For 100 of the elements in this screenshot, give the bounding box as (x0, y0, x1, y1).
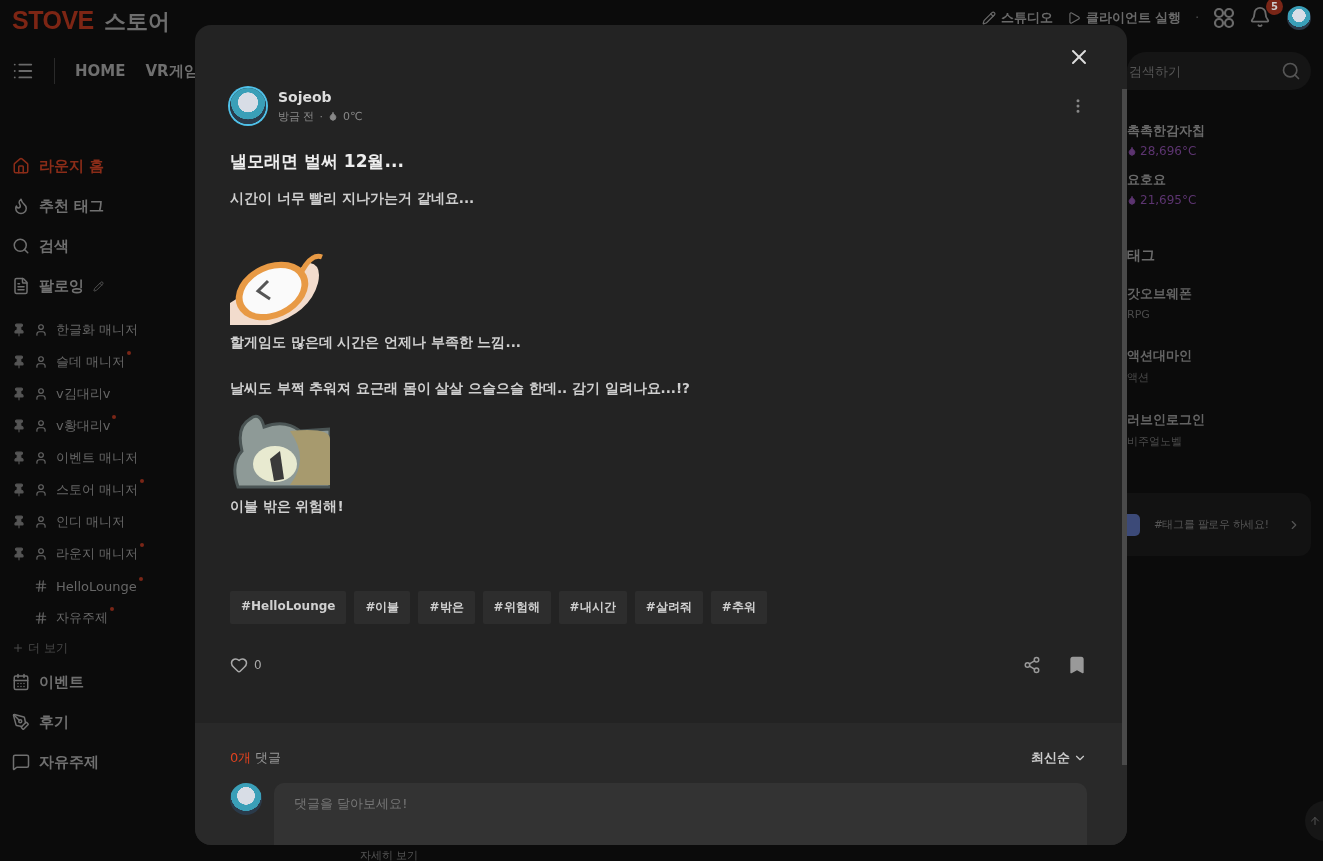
hash-icon (34, 579, 48, 593)
following-name: 스토어 매니저 (56, 481, 145, 499)
person-icon (34, 419, 48, 433)
commenter-avatar (230, 783, 262, 815)
hashtag-chip[interactable]: #밖은 (418, 591, 475, 624)
author-name[interactable]: Sojeob (278, 88, 1057, 105)
person-icon (34, 547, 48, 561)
plus-icon (12, 642, 24, 654)
person-icon (34, 451, 48, 465)
post-title: 낼모래면 벌써 12월... (230, 150, 405, 173)
post-paragraph: 시간이 너무 빨리 지나가는거 같네요... (230, 189, 476, 208)
following-name: 슬데 매니저 (56, 353, 132, 371)
pen-nib-icon (12, 713, 30, 731)
home-icon (12, 157, 30, 175)
logo[interactable]: STOVE (12, 6, 94, 35)
hashtag-chip[interactable]: #위험해 (482, 591, 551, 624)
post-paragraph: 이불 밖은 위험해! (230, 497, 345, 516)
separator-dot: · (319, 109, 323, 123)
apps-grid-icon[interactable] (1213, 7, 1235, 29)
pin-icon (12, 323, 26, 337)
pin-icon (12, 355, 26, 369)
tag-name[interactable]: 갓오브웨폰 (1127, 285, 1311, 303)
following-item[interactable]: v황대리v (12, 410, 330, 442)
tag-icon (1127, 513, 1140, 536)
scrollbar-thumb[interactable] (1122, 89, 1127, 765)
hashtag-chip[interactable]: #이불 (354, 591, 411, 624)
following-name: 자유주제 (56, 609, 114, 627)
hash-icon (34, 611, 48, 625)
tag-genre: 비주얼노벨 (1127, 434, 1183, 449)
chat-icon (12, 753, 30, 771)
tag-genre: 액션 (1127, 370, 1150, 385)
author-avatar[interactable] (230, 88, 266, 124)
tag-genre: RPG (1127, 308, 1151, 321)
following-name: 이벤트 매니저 (56, 449, 140, 467)
pin-icon (12, 547, 26, 561)
pin-icon (12, 483, 26, 497)
following-name: v김대리v (56, 385, 112, 403)
sort-dropdown[interactable]: 최신순 (1031, 749, 1087, 767)
comment-input[interactable]: 댓글을 달아보세요! (274, 783, 1087, 845)
person-icon (34, 387, 48, 401)
tag-name[interactable]: 액션대마인 (1127, 347, 1311, 365)
hashtag-chip[interactable]: #살려줘 (634, 591, 703, 624)
search-icon[interactable] (1281, 61, 1301, 81)
like-button[interactable]: 0 (230, 656, 262, 674)
drop-icon (328, 111, 338, 121)
following-item[interactable]: 라운지 매니저 (12, 538, 330, 570)
user-avatar[interactable] (1287, 6, 1311, 30)
notification-count: 5 (1266, 0, 1283, 15)
banner-text: #태그를 팔로우 하세요! (1154, 517, 1270, 532)
more-details-link[interactable]: 자세히 보기 (360, 848, 419, 861)
document-icon (12, 277, 30, 295)
hashtag-chip[interactable]: #HelloLounge (230, 591, 347, 624)
header-link[interactable]: 클라이언트 실행 (1066, 9, 1182, 27)
drop-icon (1127, 195, 1137, 205)
search-field[interactable]: 검색하기 (1127, 52, 1311, 90)
person-icon (34, 355, 48, 369)
post-paragraph: 날씨도 부쩍 추워져 요근래 몸이 살살 으슬으슬 한데.. 감기 일려나요...!? (230, 379, 691, 398)
tag-name[interactable]: 러브인로그인 (1127, 411, 1311, 429)
share-icon[interactable] (1023, 656, 1041, 674)
comment-count: 0개 댓글 (230, 749, 282, 767)
flame-icon (12, 197, 30, 215)
following-item[interactable]: 이벤트 매니저 (12, 442, 330, 474)
following-name: v황대리v (56, 417, 117, 435)
person-icon (34, 483, 48, 497)
edit-icon[interactable] (93, 280, 104, 292)
section-heading: 태그 (1127, 247, 1156, 265)
store-title: 스토어 (103, 8, 170, 36)
post-paragraph: 할게임도 많은데 시간은 언제나 부족한 느낌... (230, 333, 522, 352)
user-temperature: 21,695°C (1140, 193, 1197, 207)
following-name: 한글화 매니저 (56, 321, 140, 339)
following-name: HelloLounge (56, 578, 143, 594)
follow-tag-banner[interactable]: #태그를 팔로우 하세요! (1127, 493, 1311, 556)
play-icon (1066, 11, 1081, 25)
author-temperature: 0℃ (343, 109, 363, 123)
sidebar-item[interactable]: 팔로잉 (12, 266, 330, 306)
sidebar-item[interactable]: 검색 (12, 226, 330, 266)
post-time: 방금 전 (278, 108, 315, 124)
person-icon (34, 323, 48, 337)
bookmark-icon[interactable] (1067, 655, 1087, 675)
pin-icon (12, 387, 26, 401)
person-icon (34, 515, 48, 529)
drop-icon (1127, 146, 1137, 156)
nav-link[interactable]: HOME (75, 62, 126, 80)
search-icon (12, 237, 30, 255)
user-temperature: 28,696°C (1140, 144, 1197, 158)
notification-bell-icon[interactable] (1249, 6, 1271, 28)
search-input[interactable]: 검색하기 (1127, 62, 1247, 80)
user-name[interactable]: 요호요 (1127, 171, 1311, 189)
following-name: 라운지 매니저 (56, 545, 145, 563)
header-link[interactable]: 스튜디오 (981, 9, 1053, 27)
following-name: 인디 매니저 (56, 513, 127, 531)
hashtag-chip[interactable]: #내시간 (558, 591, 627, 624)
hashtag-chip[interactable]: #추워 (710, 591, 767, 624)
calendar-icon (12, 673, 30, 691)
separator-dot: · (1195, 11, 1199, 25)
pin-icon (12, 419, 26, 433)
sidebar-item[interactable]: 후기 (12, 702, 330, 742)
user-name[interactable]: 촉촉한감자칩 (1127, 122, 1311, 140)
pin-icon (12, 515, 26, 529)
pin-icon (12, 451, 26, 465)
